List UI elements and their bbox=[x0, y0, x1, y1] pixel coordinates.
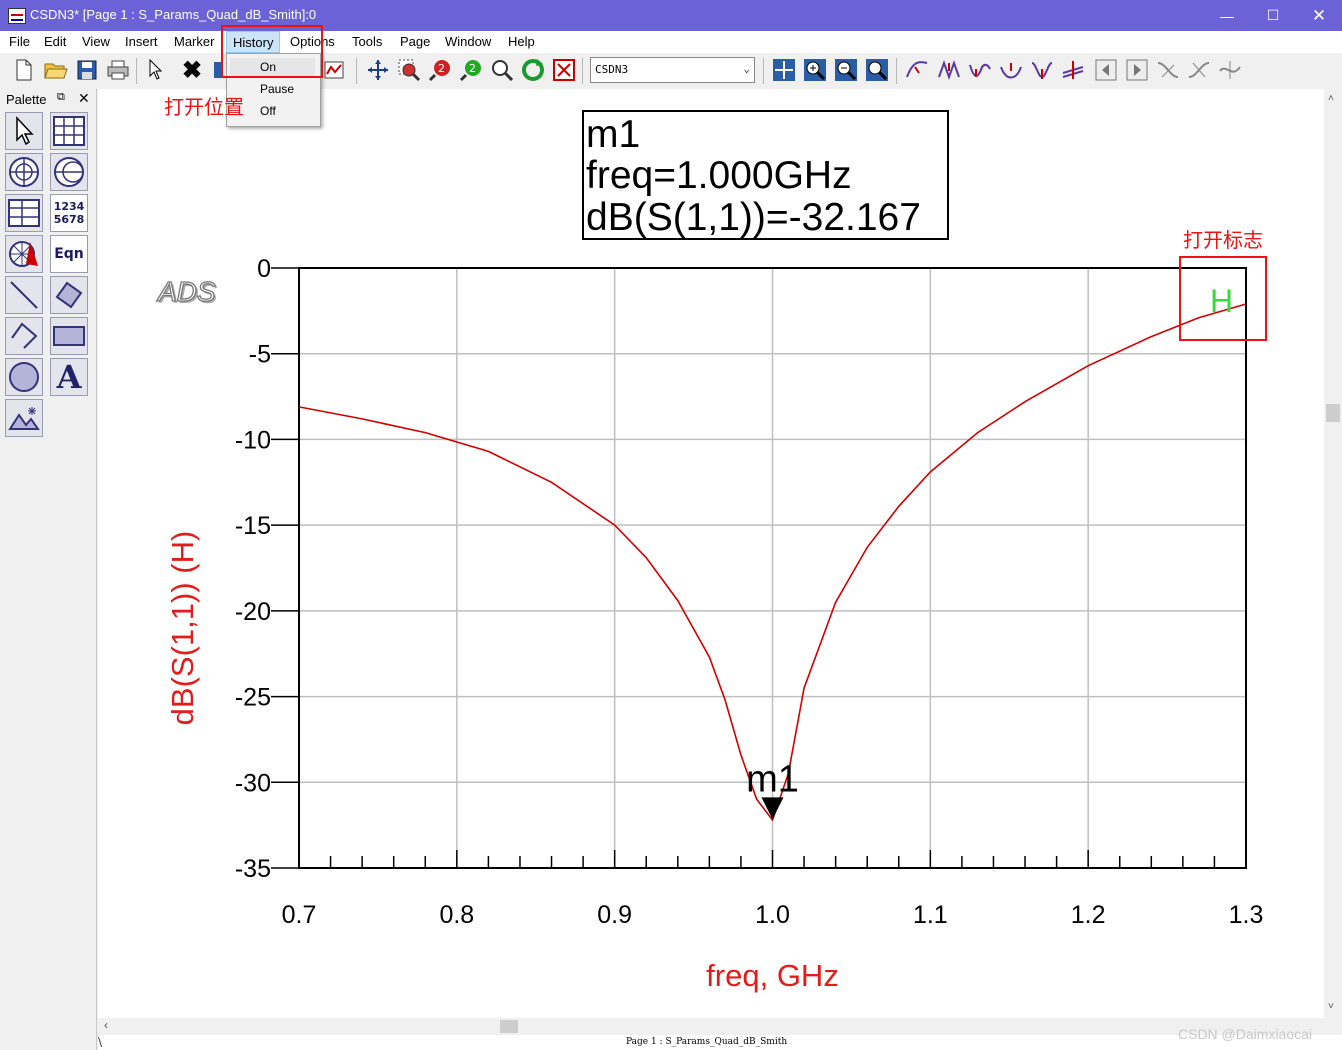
y-tick-label: -35 bbox=[235, 855, 271, 883]
vertical-scroll-thumb[interactable] bbox=[1326, 404, 1340, 422]
y-tick-label: -15 bbox=[235, 512, 271, 540]
horizontal-scroll-thumb[interactable] bbox=[500, 1020, 518, 1033]
horizontal-scrollbar[interactable]: ‹ bbox=[98, 1018, 1324, 1035]
status-bar: \ Page 1 : S_Params_Quad_dB_Smith bbox=[98, 1035, 1342, 1050]
x-tick-label: 0.8 bbox=[439, 901, 474, 929]
x-tick-label: 1.3 bbox=[1229, 901, 1264, 929]
marker-triangle bbox=[761, 797, 784, 820]
scroll-up-icon[interactable]: ˄ bbox=[1328, 93, 1334, 104]
x-tick-label: 1.0 bbox=[755, 901, 790, 929]
marker-label: m1 bbox=[746, 758, 799, 800]
y-tick-label: -30 bbox=[235, 769, 271, 797]
x-tick-label: 1.1 bbox=[913, 901, 948, 929]
x-axis-label: freq, GHz bbox=[706, 958, 839, 993]
resize-mark: \ bbox=[98, 1035, 103, 1049]
watermark: CSDN @Daimxiaocai bbox=[1178, 1026, 1313, 1042]
marker-m1: m1 bbox=[746, 758, 799, 820]
scroll-left-icon[interactable]: ‹ bbox=[104, 1018, 108, 1032]
status-page-name: Page 1 : S_Params_Quad_dB_Smith bbox=[626, 1037, 788, 1047]
annotation-open-marker: 打开标志 bbox=[1183, 230, 1263, 252]
highlight-box-marker bbox=[1179, 256, 1267, 341]
chart: 0.7 0.8 0.9 1.0 1.1 1.2 1.3 0 -5 -10 -15 -20 -25 -30 -… bbox=[165, 255, 1264, 993]
y-tick-label: -20 bbox=[235, 598, 271, 626]
highlight-box-history bbox=[221, 25, 323, 78]
scroll-down-icon[interactable]: ˅ bbox=[1328, 1001, 1334, 1012]
y-axis-label: dB(S(1,1)) (H) bbox=[165, 531, 200, 726]
history-pause-item[interactable]: Pause bbox=[260, 82, 294, 96]
y-tick-label: -10 bbox=[235, 426, 271, 454]
annotation-menu-location: 打开位置 bbox=[164, 97, 244, 119]
x-tick-label: 1.2 bbox=[1071, 901, 1106, 929]
history-off-item[interactable]: Off bbox=[260, 104, 276, 118]
y-tick-label: -25 bbox=[235, 684, 271, 712]
vertical-scrollbar[interactable]: ˄ ˅ bbox=[1324, 89, 1342, 1018]
x-tick-label: 0.9 bbox=[597, 901, 632, 929]
y-tick-label: -5 bbox=[249, 341, 271, 369]
x-tick-label: 0.7 bbox=[282, 901, 317, 929]
y-tick-label: 0 bbox=[257, 255, 271, 283]
